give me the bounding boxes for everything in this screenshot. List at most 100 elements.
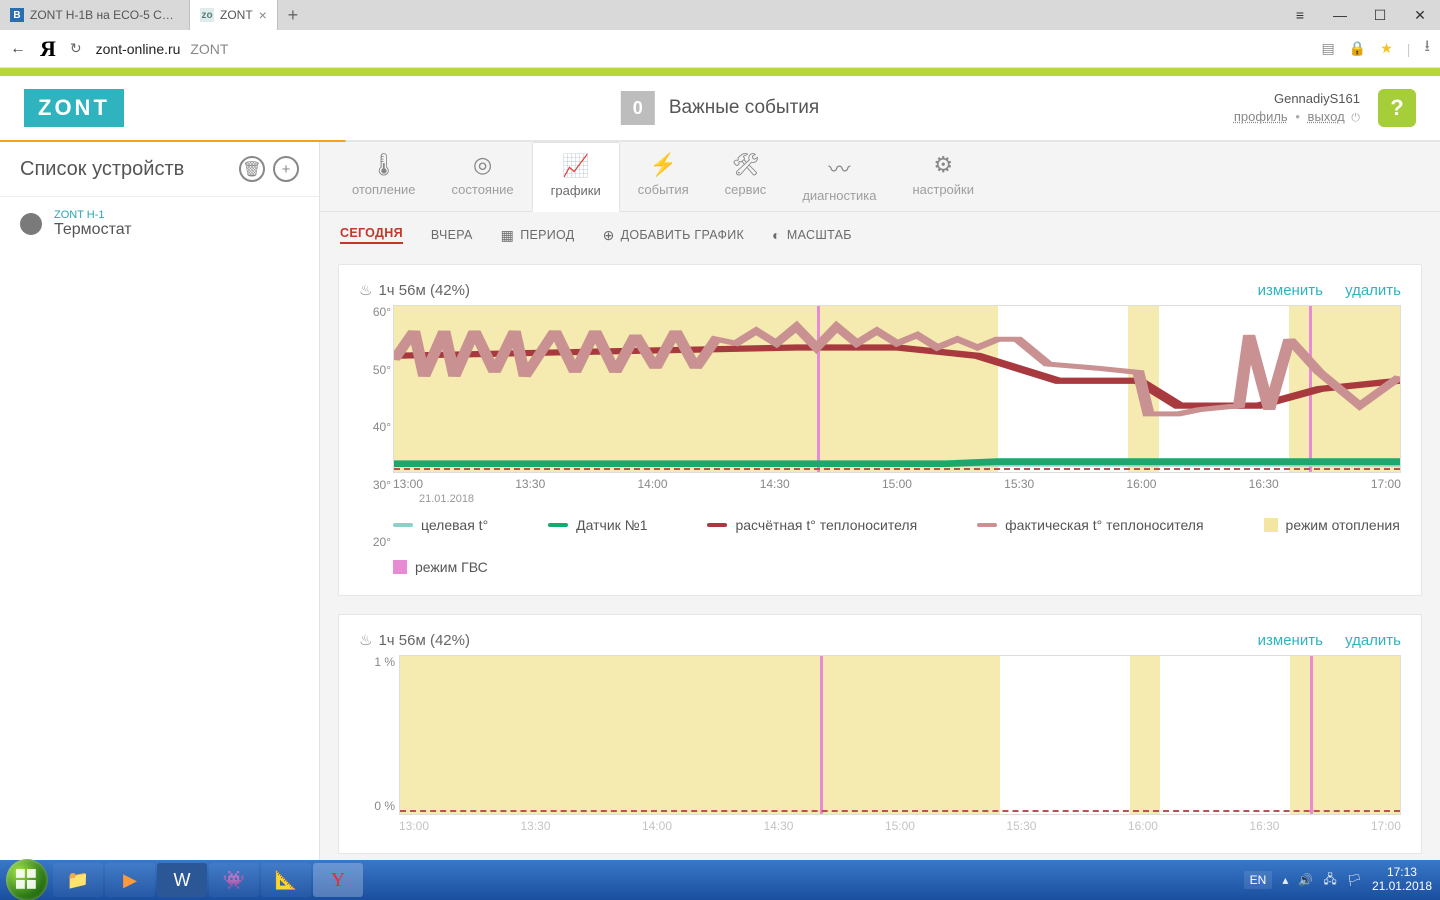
tab-label: состояние (452, 182, 514, 197)
tray-clock[interactable]: 17:13 21.01.2018 (1372, 866, 1432, 894)
x-axis-date: 21.01.2018 (419, 493, 1401, 505)
reader-icon[interactable]: ▤ (1322, 40, 1335, 57)
subtab-yesterday[interactable]: ВЧЕРА (431, 228, 473, 242)
url-field[interactable]: zont-online.ru ZONT (96, 41, 1308, 57)
scale-button[interactable]: ◐МАСШТАБ (772, 227, 852, 243)
tray-flag-icon[interactable]: 🏳 (1347, 873, 1362, 887)
taskbar-app[interactable]: 👾 (209, 863, 259, 897)
taskbar-media[interactable]: ▶ (105, 863, 155, 897)
maximize-button[interactable]: ☐ (1360, 0, 1400, 30)
url-path: ZONT (190, 41, 228, 57)
target-icon: ◎ (452, 152, 514, 178)
legend-item[interactable]: целевая t° (393, 517, 488, 533)
main-panel: 🌡отопление ◎состояние 📈графики ⚡события … (320, 142, 1440, 860)
start-button[interactable] (6, 859, 48, 900)
back-button[interactable]: ← (10, 40, 26, 58)
close-icon[interactable]: × (259, 7, 267, 23)
pulse-icon: 〰 (802, 152, 876, 184)
wrench-icon: 🛠 (725, 152, 767, 178)
reload-button[interactable]: ↻ (70, 40, 82, 57)
legend-item[interactable]: режим ГВС (393, 559, 488, 575)
tab-settings[interactable]: ⚙ настройки (894, 142, 992, 211)
scale-icon: ◐ (772, 227, 781, 243)
menu-icon[interactable]: ≡ (1280, 0, 1320, 30)
tray-language[interactable]: EN (1244, 871, 1273, 889)
chart-runtime: 1ч 56м (42%) (378, 632, 470, 649)
browser-tab-strip: B ZONT H-1B на ECO-5 Comp zo ZONT × + ≡ … (0, 0, 1440, 30)
chart-subtabs: СЕГОДНЯ ВЧЕРА ▦ПЕРИОД ⊕ДОБАВИТЬ ГРАФИК ◐… (320, 212, 1440, 258)
device-model: ZONT H-1 (54, 209, 132, 221)
minimize-button[interactable]: — (1320, 0, 1360, 30)
plus-circle-icon: ⊕ (603, 227, 615, 244)
tab-title: ZONT (220, 8, 253, 22)
subtab-period[interactable]: ▦ПЕРИОД (501, 227, 575, 244)
tab-events[interactable]: ⚡события (620, 142, 707, 211)
edit-chart-link[interactable]: изменить (1258, 632, 1323, 649)
delete-chart-link[interactable]: удалить (1345, 632, 1401, 649)
plot-area[interactable] (399, 655, 1401, 815)
profile-link[interactable]: профиль (1234, 109, 1288, 124)
tab-label: графики (551, 183, 601, 198)
flame-icon: ♨ (359, 631, 372, 649)
events-count-badge[interactable]: 0 (621, 91, 655, 125)
tray-network-icon[interactable]: 🖧 (1323, 870, 1336, 891)
address-bar: ← Я ↻ zont-online.ru ZONT ▤ 🔒 ★ | ⭳ (0, 30, 1440, 68)
chart-1: 60° 50° 40° 30° 20° (359, 305, 1401, 575)
tray-up-icon[interactable]: ▴ (1282, 873, 1288, 887)
device-item[interactable]: ZONT H-1 Термостат (0, 197, 319, 251)
legend-item[interactable]: фактическая t° теплоносителя (977, 517, 1203, 533)
legend-item[interactable]: расчётная t° теплоносителя (707, 517, 917, 533)
chart-legend: целевая t° Датчик №1 расчётная t° теплон… (393, 517, 1401, 575)
close-window-button[interactable]: ✕ (1400, 0, 1440, 30)
events-label: Важные события (669, 97, 819, 119)
bookmark-star-icon[interactable]: ★ (1380, 40, 1393, 57)
taskbar-word[interactable]: W (157, 863, 207, 897)
x-axis: 13:00 13:30 14:00 14:30 15:00 15:30 16:0… (393, 473, 1401, 491)
tab-favicon: B (10, 8, 24, 22)
windows-taskbar: 📁 ▶ W 👾 📐 Y EN ▴ 🔊 🖧 🏳 17:13 21.01.2018 (0, 860, 1440, 900)
tab-title: ZONT H-1B на ECO-5 Comp (30, 8, 179, 22)
tab-status[interactable]: ◎ состояние (434, 142, 532, 211)
new-tab-button[interactable]: + (278, 0, 308, 30)
main-tabs: 🌡отопление ◎состояние 📈графики ⚡события … (320, 142, 1440, 212)
grid-icon: ▦ (501, 227, 515, 244)
edit-chart-link[interactable]: изменить (1258, 282, 1323, 299)
lock-icon[interactable]: 🔒 (1349, 40, 1366, 57)
tray-volume-icon[interactable]: 🔊 (1298, 873, 1313, 887)
browser-tab[interactable]: B ZONT H-1B на ECO-5 Comp (0, 0, 190, 30)
yandex-logo[interactable]: Я (40, 36, 56, 62)
app-body: Список устройств 🗑 + ZONT H-1 Термостат … (0, 142, 1440, 860)
chart-runtime: 1ч 56м (42%) (378, 282, 470, 299)
delete-chart-link[interactable]: удалить (1345, 282, 1401, 299)
subtab-today[interactable]: СЕГОДНЯ (340, 226, 403, 244)
tab-heating[interactable]: 🌡отопление (334, 142, 434, 211)
tab-charts[interactable]: 📈графики (532, 142, 620, 212)
delete-device-button[interactable]: 🗑 (239, 156, 265, 182)
window-controls: ≡ — ☐ ✕ (1280, 0, 1440, 30)
tab-favicon: zo (200, 8, 214, 22)
logout-link[interactable]: выход (1308, 109, 1345, 124)
sidebar-header: Список устройств 🗑 + (0, 142, 319, 197)
legend-item[interactable]: Датчик №1 (548, 517, 647, 533)
legend-item[interactable]: режим отопления (1264, 517, 1400, 533)
system-tray: EN ▴ 🔊 🖧 🏳 17:13 21.01.2018 (1244, 866, 1438, 894)
url-host: zont-online.ru (96, 41, 181, 57)
tab-label: диагностика (802, 188, 876, 203)
y-axis: 60° 50° 40° 30° 20° (359, 305, 391, 549)
tab-label: настройки (912, 182, 974, 197)
plot-area[interactable] (393, 305, 1401, 473)
downloads-icon[interactable]: ⭳ (1424, 35, 1430, 62)
browser-tab-active[interactable]: zo ZONT × (190, 0, 278, 30)
zont-logo[interactable]: ZONT (24, 89, 124, 127)
add-chart-button[interactable]: ⊕ДОБАВИТЬ ГРАФИК (603, 227, 745, 244)
help-button[interactable]: ? (1378, 89, 1416, 127)
taskbar-app[interactable]: 📐 (261, 863, 311, 897)
gear-icon: ⚙ (912, 152, 974, 178)
tab-diagnostics[interactable]: 〰 диагностика (784, 142, 894, 211)
tab-service[interactable]: 🛠сервис (707, 142, 785, 211)
add-device-button[interactable]: + (273, 156, 299, 182)
app-header: ZONT 0 Важные события GennadiyS161 профи… (0, 76, 1440, 140)
taskbar-yandex-browser[interactable]: Y (313, 863, 363, 897)
taskbar-explorer[interactable]: 📁 (53, 863, 103, 897)
username: GennadiyS161 (1234, 90, 1360, 108)
